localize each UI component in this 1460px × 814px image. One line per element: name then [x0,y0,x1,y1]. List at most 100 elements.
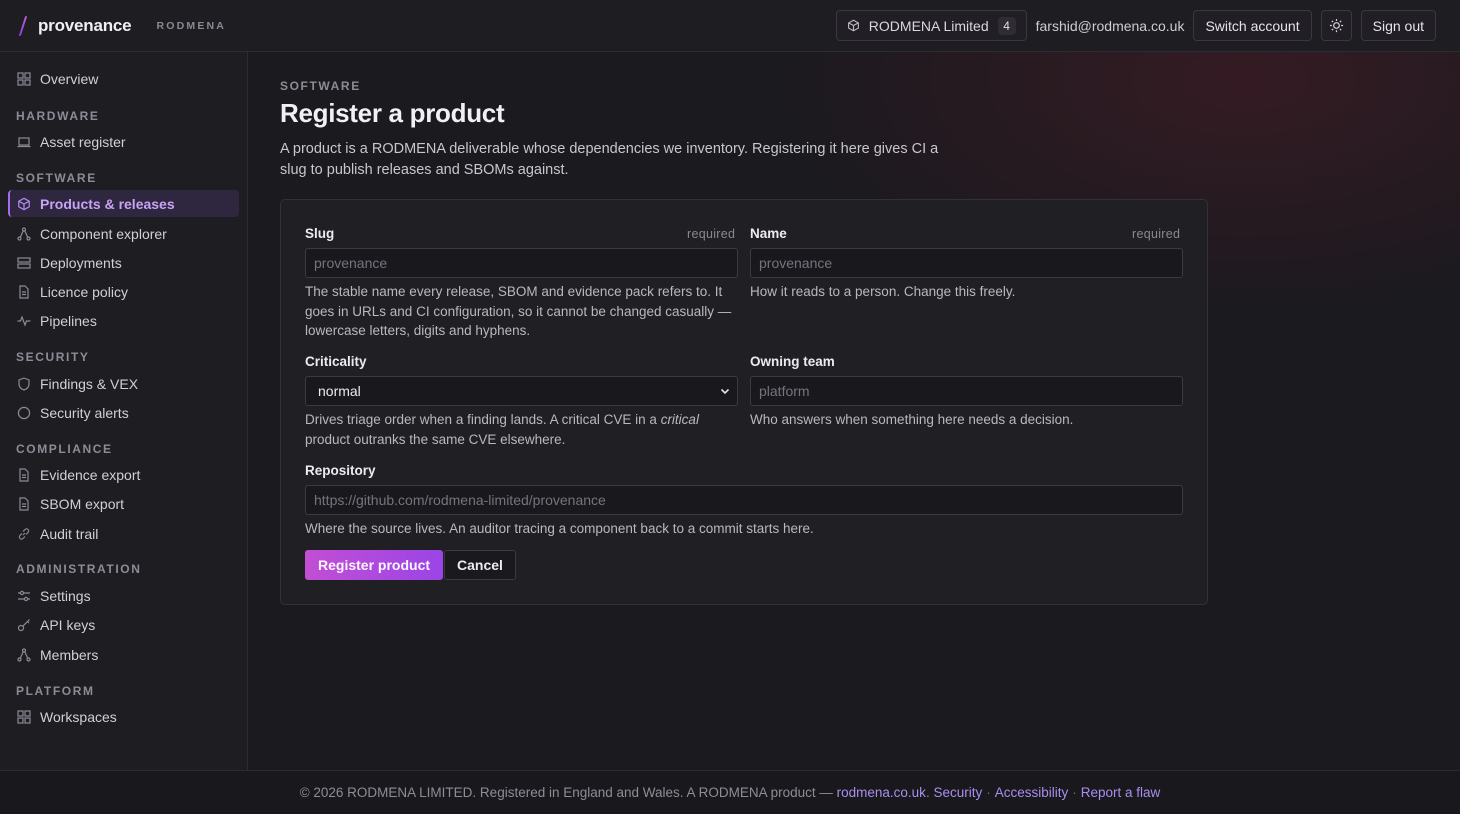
sidebar-item-label: Deployments [40,254,122,271]
sidebar-item-findings-vex[interactable]: Findings & VEX [8,370,239,397]
grid-icon [17,709,31,724]
criticality-label: Criticality [305,354,367,369]
criticality-help: Drives triage order when a finding lands… [305,412,699,447]
footer-separator: · [986,785,991,800]
sidebar-item-api-keys[interactable]: API keys [8,611,239,638]
sidebar-item-overview[interactable]: Overview [8,65,239,92]
sidebar-item-label: Workspaces [40,708,117,725]
server-icon [17,256,31,270]
repository-label: Repository [305,463,376,478]
brand-mark-icon [18,15,28,36]
cube-icon [17,197,31,211]
repository-input[interactable] [305,485,1183,515]
footer-link-security[interactable]: Security [933,785,982,800]
sidebar-item-label: Members [40,646,99,663]
activity-icon [17,314,31,328]
slug-input[interactable] [305,248,738,278]
page-title: Register a product [280,98,505,128]
grid-icon [17,71,31,86]
footer-period: . [925,785,934,800]
top-bar: provenance RODMENA RODMENA Limited 4 far… [0,0,1460,52]
sidebar-item-evidence-export[interactable]: Evidence export [8,461,239,488]
document-icon [17,467,31,482]
name-input[interactable] [750,248,1183,278]
slug-label: Slug [305,226,335,241]
document-icon [17,284,31,299]
sidebar-heading-compliance: COMPLIANCE [16,442,113,456]
sidebar-item-audit-trail[interactable]: Audit trail [8,520,239,547]
name-required-hint: required [1132,227,1181,241]
owning-team-input[interactable] [750,376,1183,406]
sidebar-item-label: Component explorer [40,225,167,242]
sidebar-item-label: Products & releases [40,195,175,212]
circle-icon [17,406,31,420]
page-eyebrow: SOFTWARE [280,79,361,93]
slug-help: The stable name every release, SBOM and … [305,284,732,338]
sidebar-item-licence-policy[interactable]: Licence policy [8,278,239,305]
footer-link-accessibility[interactable]: Accessibility [995,785,1069,800]
sidebar-item-label: Findings & VEX [40,375,139,392]
switch-account-button[interactable]: Switch account [1193,10,1312,41]
org-switcher[interactable]: RODMENA Limited 4 [835,10,1027,41]
footer-link-site[interactable]: rodmena.co.uk [837,785,926,800]
owning-team-label: Owning team [750,354,835,369]
sidebar-item-label: Pipelines [40,312,97,329]
key-icon [17,618,31,632]
sidebar-item-security-alerts[interactable]: Security alerts [8,399,239,426]
sidebar-heading-software: SOFTWARE [16,171,97,185]
sidebar-item-products-releases[interactable]: Products & releases [8,190,239,217]
cancel-button[interactable]: Cancel [444,550,516,580]
footer-text: © 2026 RODMENA LIMITED. Registered in En… [299,785,833,800]
shield-icon [17,376,31,391]
document-icon [17,496,31,511]
criticality-selected-value: normal [318,383,361,399]
brand-name: provenance [38,15,132,35]
cube-icon [847,19,860,32]
footer: © 2026 RODMENA LIMITED. Registered in En… [0,770,1460,814]
sidebar-item-settings[interactable]: Settings [8,582,239,609]
repository-help: Where the source lives. An auditor traci… [305,521,814,536]
page-description: A product is a RODMENA deliverable whose… [280,141,939,178]
sidebar-item-members[interactable]: Members [8,641,239,668]
theme-toggle-button[interactable] [1320,10,1352,41]
footer-link-report-flaw[interactable]: Report a flaw [1081,785,1161,800]
sidebar-item-workspaces[interactable]: Workspaces [8,703,239,730]
sidebar-item-pipelines[interactable]: Pipelines [8,307,239,334]
name-help: How it reads to a person. Change this fr… [750,284,1016,299]
sidebar-item-label: Security alerts [40,404,129,421]
sidebar-item-label: Audit trail [40,525,99,542]
name-label: Name [750,226,787,241]
slug-required-hint: required [687,227,736,241]
chevron-down-icon [719,385,731,397]
sidebar-item-label: Settings [40,587,91,604]
sidebar-item-sbom-export[interactable]: SBOM export [8,490,239,517]
sliders-icon [17,589,31,603]
sidebar-item-label: Evidence export [40,466,141,483]
sidebar-item-label: API keys [40,616,96,633]
sidebar-item-deployments[interactable]: Deployments [8,249,239,276]
footer-separator: · [1072,785,1077,800]
sign-out-button[interactable]: Sign out [1360,10,1436,41]
sidebar-heading-security: SECURITY [16,350,90,364]
sidebar: Overview HARDWARE Asset register SOFTWAR… [0,52,248,770]
sidebar-item-component-explorer[interactable]: Component explorer [8,220,239,247]
sidebar-heading-hardware: HARDWARE [16,109,100,123]
sidebar-item-label: SBOM export [40,495,125,512]
org-count-badge: 4 [997,16,1016,35]
owning-team-help: Who answers when something here needs a … [750,412,1074,427]
sun-icon [1329,18,1344,33]
sidebar-heading-platform: PLATFORM [16,684,95,698]
register-product-button[interactable]: Register product [305,550,444,580]
sidebar-item-label: Overview [40,70,99,87]
link-icon [17,527,31,541]
laptop-icon [17,135,31,149]
criticality-select[interactable]: normal [305,376,738,406]
sidebar-item-label: Licence policy [40,283,128,300]
user-email: farshid@rodmena.co.uk [1035,17,1185,34]
sidebar-heading-administration: ADMINISTRATION [16,562,142,576]
brand[interactable]: provenance RODMENA [0,0,226,52]
sidebar-item-asset-register[interactable]: Asset register [8,128,239,155]
graph-icon [17,226,31,241]
graph-icon [17,647,31,662]
sidebar-item-label: Asset register [40,133,126,150]
